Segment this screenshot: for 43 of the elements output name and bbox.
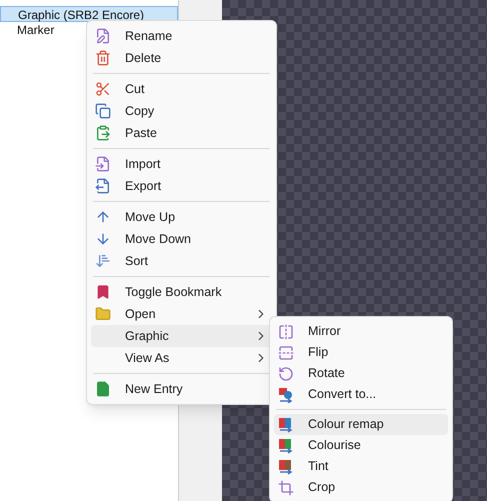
new-file-icon — [95, 381, 111, 397]
menu-item[interactable]: Copy — [91, 100, 272, 122]
mirror-icon — [278, 324, 294, 340]
import-file-icon — [95, 156, 111, 172]
edit-file-icon — [95, 28, 111, 44]
tint-icon — [278, 458, 294, 474]
menu-item[interactable]: Graphic — [91, 325, 272, 347]
menu-item[interactable]: Import — [91, 153, 272, 175]
menu-item[interactable]: Crop — [274, 477, 448, 498]
menu-item[interactable]: Cut — [91, 78, 272, 100]
colourise-icon — [278, 438, 294, 454]
rotate-icon — [278, 366, 294, 382]
entry-row[interactable]: Graphic (SRB2 Encore) — [0, 6, 178, 22]
menu-item[interactable]: Rename — [91, 25, 272, 47]
bookmark-icon — [95, 284, 111, 300]
menu-item[interactable]: New Entry — [91, 378, 272, 400]
menu-item[interactable]: Move Down — [91, 228, 272, 250]
menu-item[interactable]: Delete — [91, 47, 272, 69]
menu-item[interactable]: Colourise — [274, 435, 448, 456]
flip-icon — [278, 344, 294, 360]
copy-icon — [95, 103, 111, 119]
menu-item[interactable]: Sort — [91, 250, 272, 272]
colour-remap-icon — [278, 416, 294, 432]
folder-icon — [95, 306, 111, 322]
menu-item[interactable]: Colour remap — [274, 414, 448, 435]
menu-item[interactable]: Move Up — [91, 206, 272, 228]
scissors-icon — [95, 81, 111, 97]
trash-icon — [95, 50, 111, 66]
menu-item[interactable]: Open — [91, 303, 272, 325]
menu-item[interactable]: View As — [91, 347, 272, 369]
crop-icon — [278, 480, 294, 496]
menu-item[interactable]: Paste — [91, 122, 272, 144]
menu-item[interactable]: Toggle Bookmark — [91, 281, 272, 303]
menu-item[interactable]: Rotate — [274, 363, 448, 384]
menu-item[interactable]: Convert to... — [274, 384, 448, 405]
export-file-icon — [95, 178, 111, 194]
sort-icon — [95, 253, 111, 269]
menu-item[interactable]: Flip — [274, 342, 448, 363]
shapes-convert-icon — [278, 386, 294, 402]
menu-item[interactable]: Tint — [274, 456, 448, 477]
paste-icon — [95, 125, 111, 141]
menu-item[interactable]: Export — [91, 175, 272, 197]
menu-item[interactable]: Mirror — [274, 321, 448, 342]
